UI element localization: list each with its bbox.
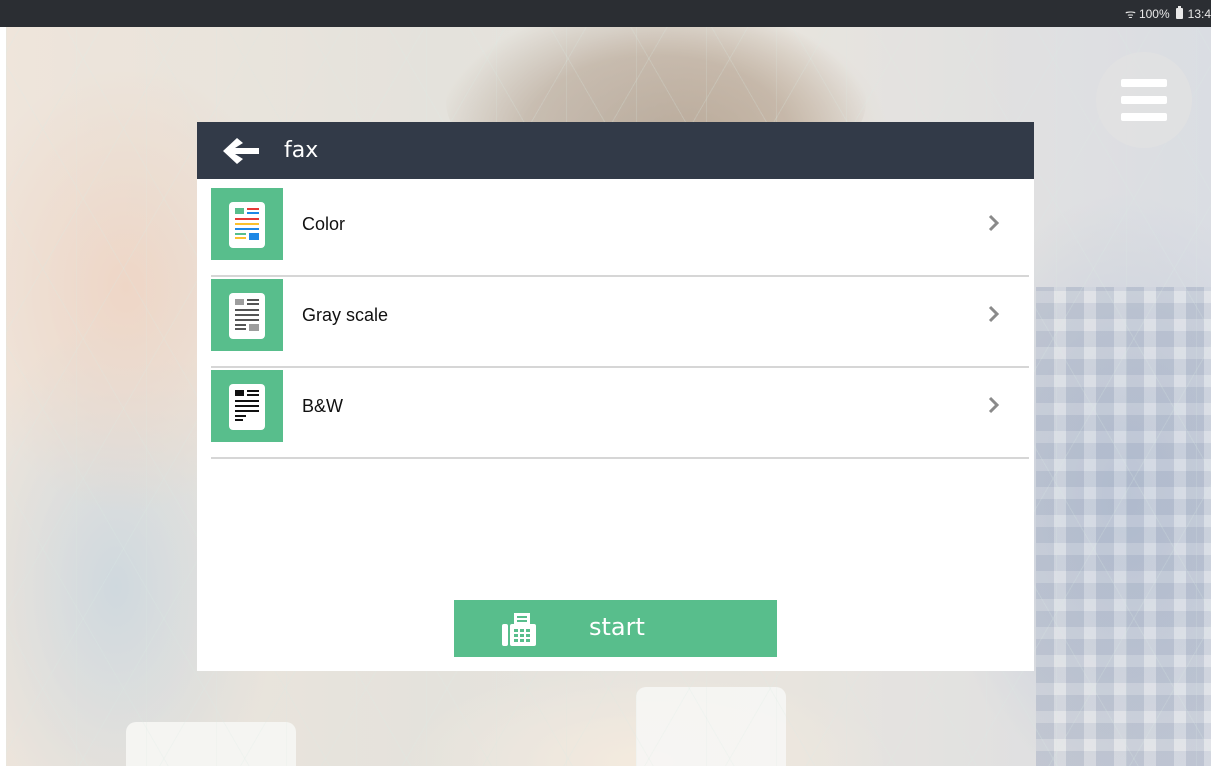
chevron-right-icon — [987, 396, 1001, 419]
option-color-label: Color — [302, 214, 346, 234]
dialog-title: fax — [284, 138, 319, 163]
chevron-right-icon — [987, 214, 1001, 237]
hamburger-menu-icon[interactable] — [1096, 52, 1192, 148]
bw-document-icon — [211, 370, 283, 442]
option-bw-label: B&W — [302, 396, 344, 416]
status-bar: ᯤ 100% 13:4 — [0, 0, 1211, 27]
option-bw[interactable]: B&W — [211, 368, 1029, 459]
menu-bar-bottom — [1121, 113, 1167, 121]
wifi-icon: ᯤ — [1124, 6, 1136, 21]
menu-bar-top — [1121, 79, 1167, 87]
clock: 13:4 — [1187, 6, 1211, 21]
chevron-right-icon — [987, 305, 1001, 328]
menu-bar-middle — [1121, 96, 1167, 104]
grayscale-document-icon — [211, 279, 283, 351]
dialog-header: fax — [197, 122, 1034, 179]
fax-dialog: fax Color Gray scale B&W start — [197, 122, 1034, 671]
background-cup-left — [126, 722, 296, 766]
battery-percent: 100% — [1138, 6, 1170, 21]
color-document-icon — [211, 188, 283, 260]
start-button[interactable]: start — [454, 600, 777, 657]
background-cup-right — [636, 687, 786, 766]
option-color[interactable]: Color — [211, 186, 1029, 277]
option-grayscale-label: Gray scale — [302, 305, 389, 325]
start-button-label: start — [589, 613, 645, 641]
battery-icon — [1175, 6, 1183, 19]
back-arrow-icon[interactable] — [219, 135, 263, 167]
fax-machine-icon — [500, 610, 540, 655]
background-plaid-shirt — [1036, 287, 1211, 766]
status-indicators: ᯤ 100% 13:4 — [1125, 0, 1211, 27]
option-grayscale[interactable]: Gray scale — [211, 277, 1029, 368]
